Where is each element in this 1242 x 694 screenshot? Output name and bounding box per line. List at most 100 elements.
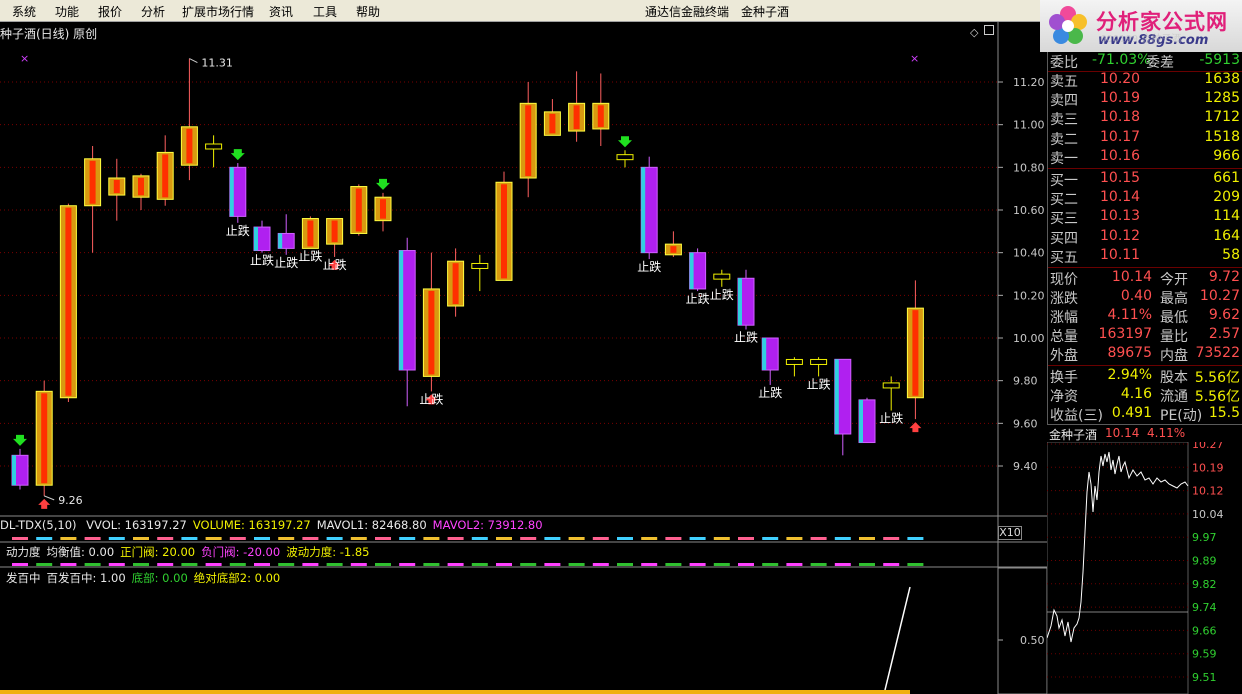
menu-function[interactable]: 功能 (55, 3, 79, 20)
minichart-axis-label: 9.51 (1192, 671, 1217, 684)
ask-volume: 966 (1213, 147, 1240, 164)
volume-bar (738, 537, 754, 540)
fundamental-value: 2.94% (1107, 367, 1152, 383)
stat-value: 0.40 (1120, 288, 1152, 304)
stat-value: 163197 (1098, 326, 1152, 342)
minichart-axis-label: 9.59 (1192, 648, 1217, 661)
vol-indicator-item: VVOL: 163197.27 (86, 518, 187, 532)
signal-indicator-item: 发百中 (6, 571, 41, 585)
bid-volume: 58 (1222, 246, 1240, 263)
signal-indicator-item: 底部: 0.00 (131, 571, 188, 585)
stop-fall-label: 止跌 (637, 259, 661, 274)
menu-news[interactable]: 资讯 (269, 3, 293, 20)
weibi-label: 委比 (1050, 55, 1078, 71)
stat-label2: 最低 (1160, 310, 1188, 326)
fundamental-value2: 5.56亿 (1194, 389, 1240, 405)
minichart-axis-label: 10.27 (1192, 442, 1224, 451)
volume-bar (399, 537, 416, 540)
minichart-title: 金种子酒 10.14 4.11% (1047, 424, 1242, 442)
candle-core (549, 113, 556, 134)
ask-volume: 1518 (1204, 128, 1240, 145)
force-bar (689, 563, 706, 566)
menu-extended-market[interactable]: 扩展市场行情 (182, 3, 254, 20)
force-bar (84, 563, 101, 566)
menu-bar: 系统 功能 报价 分析 扩展市场行情 资讯 工具 帮助 通达信金融终端 金种子酒 (0, 0, 1040, 22)
stop-fall-label: 止跌 (323, 257, 347, 272)
signal-indicator-item: 绝对底部2: 0.00 (193, 571, 281, 585)
volume-bar (350, 537, 367, 540)
force-indicator-item: 负门阀: -20.00 (201, 545, 281, 559)
candle-edge (762, 338, 767, 370)
low-price-label: 9.26 (58, 494, 82, 507)
candle-core (138, 177, 144, 196)
terminal-name: 通达信金融终端 (645, 5, 730, 19)
bid-volume: 164 (1213, 227, 1240, 244)
flower-logo-icon (1049, 6, 1087, 44)
vol-indicator-item: MAVOL1: 82468.80 (316, 518, 427, 532)
minichart-axis-label: 9.97 (1192, 531, 1217, 544)
force-bar (108, 563, 125, 566)
price-axis: 11.20 11.00 10.80 10.60 10.40 10.20 10.00 9.80 9… (998, 76, 1045, 473)
signal-line (884, 586, 911, 691)
stat-label2: 最高 (1160, 291, 1188, 307)
volume-indicator-line: DL-TDX(5,10) VVOL: 163197.27 VOLUME: 1631… (0, 518, 543, 532)
site-logo: 分析家公式网 www.88gs.com 600199 金种子酒 (1040, 0, 1242, 52)
candle-body-doji (471, 262, 489, 269)
ask-price: 10.16 (1100, 147, 1141, 164)
bid-row: 买三 10.13 114 (1048, 208, 1242, 227)
volume-bar (205, 537, 222, 540)
stat-value: 4.11% (1107, 307, 1152, 323)
price-axis-label: 10.00 (1013, 332, 1045, 345)
force-bar (907, 563, 924, 566)
kline-chart[interactable]: 止跌止跌 止跌 止跌止跌止跌止跌止跌 止跌止跌止跌止跌止跌11.319.26× × 11… (0, 22, 1047, 694)
bid-label: 买三 (1050, 211, 1078, 228)
menu-help[interactable]: 帮助 (356, 3, 380, 20)
bid-price: 10.15 (1100, 170, 1141, 186)
price-axis-label: 9.40 (1013, 460, 1038, 473)
weidiff-value: -5913 (1199, 52, 1240, 68)
volume-bar (859, 537, 875, 540)
fundamental-row: 收益(三) 0.491 PE(动) 15.5 (1048, 405, 1242, 424)
volume-bar (84, 537, 101, 540)
sell-signal-arrow-icon (909, 422, 922, 433)
menu-system[interactable]: 系统 (12, 3, 36, 20)
price-axis-label: 10.20 (1013, 289, 1045, 302)
force-bar (326, 563, 343, 566)
intraday-minichart[interactable]: 10.27 10.19 10.12 10.04 9.97 9.89 9.82 9.74 9.66… (1047, 442, 1242, 694)
force-bar (762, 563, 779, 566)
quote-panel: 委比 -71.03% 委差 -5913 卖五 10.20 1638 卖四 10.19 1285 卖三… (1047, 52, 1242, 424)
signal-axis-label: 0.50 (1020, 634, 1045, 647)
candle-core (380, 199, 386, 219)
menu-tools[interactable]: 工具 (313, 3, 337, 20)
weibi-row: 委比 -71.03% 委差 -5913 (1048, 52, 1242, 71)
volume-bar (36, 537, 53, 540)
candle-edge (859, 399, 863, 443)
force-bar (12, 563, 28, 566)
chart-overlay: 止跌止跌 止跌 止跌止跌止跌止跌止跌 止跌止跌止跌止跌止跌11.319.26× × (13, 52, 922, 509)
price-axis-label: 10.60 (1013, 204, 1045, 217)
x10-button[interactable]: X10 (998, 526, 1022, 540)
stat-value2: 9.72 (1208, 269, 1240, 285)
fundamental-value2: 15.5 (1208, 405, 1240, 421)
price-axis-label: 9.60 (1013, 417, 1038, 430)
stop-fall-label: 止跌 (250, 253, 274, 268)
volume-bar (181, 537, 198, 540)
candle-core (912, 310, 919, 396)
menu-quote[interactable]: 报价 (98, 3, 122, 20)
stat-label2: 今开 (1160, 272, 1188, 288)
ask-price: 10.20 (1100, 71, 1141, 87)
stat-value: 10.14 (1111, 269, 1152, 285)
force-bar (520, 563, 537, 566)
stop-fall-label: 止跌 (226, 223, 250, 238)
candle-body-doji (882, 382, 900, 389)
volume-bar (133, 537, 149, 540)
force-indicator-item: 正门阀: 20.00 (120, 545, 196, 559)
force-bar (229, 563, 246, 566)
ask-row: 卖三 10.18 1712 (1048, 109, 1242, 128)
force-bar (883, 563, 900, 566)
force-bar (738, 563, 754, 566)
stop-fall-label: 止跌 (274, 255, 298, 270)
volume-bar (520, 537, 537, 540)
menu-analysis[interactable]: 分析 (141, 3, 165, 20)
candle-edge (278, 233, 283, 249)
